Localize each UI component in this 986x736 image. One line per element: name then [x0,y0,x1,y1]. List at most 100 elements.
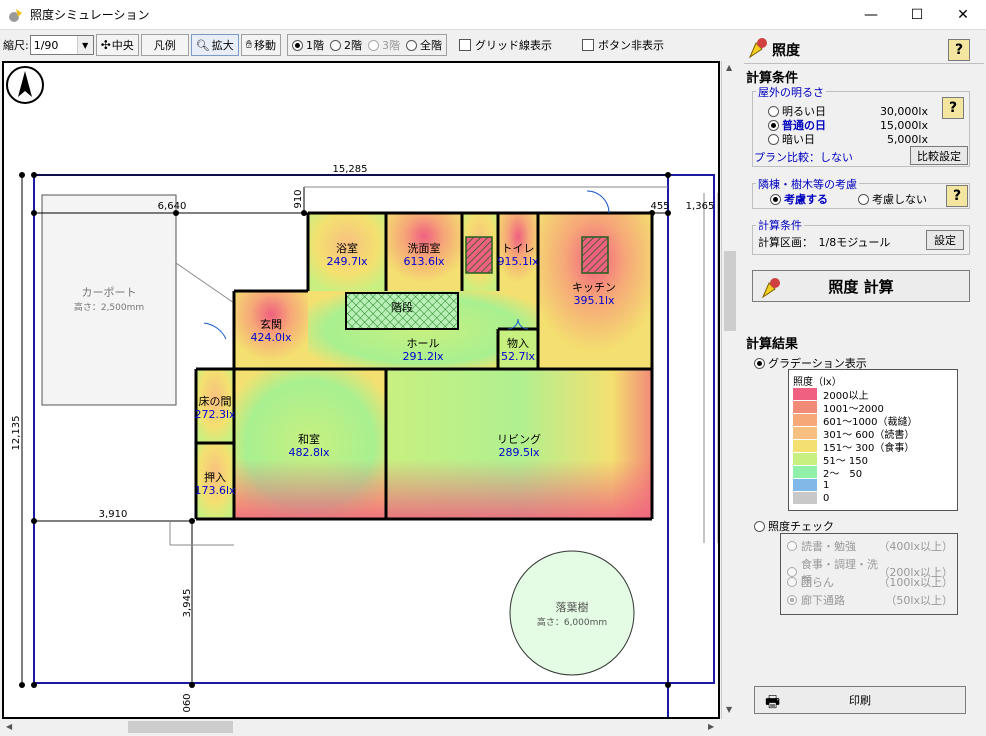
window-title: 照度シミュレーション [30,8,150,22]
minimize-button[interactable]: — [848,0,894,30]
dim-060: 060 [182,693,193,712]
floor-2-radio[interactable]: 2階 [330,37,362,53]
lux-legend: 照度（lx） 2000以上 1001～2000 601～1000（裁縫） 301… [788,369,958,511]
carport-height: 高さ：2,500mm [74,301,144,313]
results-heading: 計算結果 [746,337,799,352]
floor-plan-svg: カーポート 高さ：2,500mm 落葉樹 高さ：6,000mm 15,285 6… [6,66,718,717]
center-label: 中央 [111,39,134,52]
room-living-name: リビング [497,432,541,446]
room-storage-lux: 52.7lx [501,350,536,363]
legend-row: 601～1000（裁縫） [793,414,918,428]
zoom-button[interactable]: 🔍︎ 拡大 [190,34,239,56]
room-entrance-lux: 424.0lx [250,331,292,344]
dim-carport-width: 6,640 [158,201,187,212]
app-icon [9,8,22,22]
vertical-scroll-thumb[interactable] [724,251,736,331]
legend-row: 51～ 150 [793,453,868,467]
lighting-icon [761,278,780,299]
calc-settings-button[interactable]: 設定 [926,230,964,250]
tree-label: 落葉樹 [556,600,589,614]
legend-label: 凡例 [153,39,176,52]
dim-455: 455 [650,201,669,212]
room-wash-name: 洗面室 [408,241,441,255]
neighbors-title: 隣棟・樹木等の考慮 [756,176,859,192]
kitchen-fixture [581,236,609,274]
room-closet-name: 押入 [204,470,226,484]
hide-buttons-checkbox[interactable]: ボタン非表示 [582,37,664,53]
plan-canvas[interactable]: カーポート 高さ：2,500mm 落葉樹 高さ：6,000mm 15,285 6… [2,61,720,719]
check-corridor: 廊下通路 （50lx以上） [787,592,953,608]
calc-area-text: 計算区画： 1/8モジュール [758,236,891,249]
floor-selector: 1階 2階 3階 全階 [287,34,448,56]
legend-row: 0 [793,492,829,504]
dim-total-width: 15,285 [333,164,368,175]
carport [41,194,177,406]
room-storage-name: 物入 [507,336,529,350]
toilet-fixture [465,236,493,274]
room-hall-name: ホール [407,337,440,350]
floor-all-radio[interactable]: 全階 [406,37,442,53]
legend-row: 1 [793,479,829,491]
calculate-label: 照度 計算 [828,277,894,296]
compare-settings-button[interactable]: 比較設定 [910,146,968,165]
floor-3-radio: 3階 [368,37,400,53]
legend-button[interactable]: 凡例 [140,34,189,56]
room-washitsu-name: 和室 [298,432,320,446]
scroll-down-icon[interactable]: ▼ [726,705,732,714]
room-stairs-name: 階段 [391,300,413,314]
vertical-scrollbar[interactable]: ▲ ▼ [721,61,737,719]
scroll-right-icon[interactable]: ▶ [708,722,714,731]
hand-icon: ✋︎ [245,38,253,51]
move-button[interactable]: ✋︎ 移動 [240,34,282,56]
check-reading: 読書・勉強 （400lx以上） [787,538,953,554]
close-button[interactable]: ✕ [940,0,986,30]
scroll-up-icon[interactable]: ▲ [726,63,732,72]
calc-cond-title: 計算条件 [756,217,804,233]
room-toilet-name: トイレ [502,242,535,255]
consider-yes-radio[interactable]: 考慮する [770,191,828,207]
crosshair-icon: ✣ [100,38,111,52]
room-toilet-lux: 915.1lx [497,255,539,268]
legend-row: 2000以上 [793,388,868,402]
outdoor-help-button[interactable]: ? [942,97,964,119]
room-kitchen-name: キッチン [572,281,616,294]
horizontal-scrollbar[interactable]: ◀ ▶ [2,719,720,735]
center-button[interactable]: ✣ 中央 [95,34,139,56]
print-label: 印刷 [849,694,871,707]
dim-910: 910 [293,189,304,208]
dark-day-radio[interactable]: 暗い日 5,000lx [768,131,928,147]
dark-day-value: 5,000lx [886,132,928,146]
grid-checkbox[interactable]: グリッド線表示 [459,37,552,53]
legend-row: 1001～2000 [793,401,884,415]
room-entrance-name: 玄関 [260,317,282,331]
calculate-button[interactable]: 照度 計算 [752,270,970,302]
room-wash-lux: 613.6lx [403,255,445,268]
illuminance-check-radio[interactable]: 照度チェック [754,518,834,534]
panel-title: 照度 [772,43,800,59]
floor-1-radio[interactable]: 1階 [292,37,324,53]
bright-day-value: 30,000lx [879,104,928,118]
illuminance-check-group: 読書・勉強 （400lx以上） 食事・調理・洗顔 （200lx以上） 団らん （100… [780,533,958,615]
carport-label: カーポート [82,286,137,299]
room-closet-lux: 173.6lx [194,484,236,497]
dim-3945: 3,945 [182,589,193,618]
consider-no-radio[interactable]: 考慮しない [858,191,927,207]
room-bath-name: 浴室 [336,241,358,255]
maximize-button[interactable]: ☐ [894,0,940,30]
scroll-left-icon[interactable]: ◀ [6,722,12,731]
scale-value: 1/90 [33,38,59,52]
horizontal-scroll-thumb[interactable] [128,721,233,733]
chevron-down-icon[interactable]: ▼ [76,36,93,54]
print-button[interactable]: 🖶︎ 印刷 [754,686,966,714]
scale-select[interactable]: 1/90 ▼ [29,35,94,55]
legend-row: 301～ 600（読書） [793,427,914,441]
magnifier-icon: 🔍︎ [195,38,210,52]
north-arrow-icon [6,66,44,104]
toolbar: 縮尺: 1/90 ▼ ✣ 中央 凡例 🔍︎ 拡大 ✋︎ 移動 1階 2階 3階 … [0,31,742,59]
move-label: 移動 [254,39,277,52]
help-button[interactable]: ? [948,39,970,61]
room-tokonoma-lux: 272.3lx [194,408,236,421]
dim-1365: 1,365 [686,201,715,212]
legend-row: 2～ 50 [793,466,862,480]
neighbors-help-button[interactable]: ? [946,185,968,207]
